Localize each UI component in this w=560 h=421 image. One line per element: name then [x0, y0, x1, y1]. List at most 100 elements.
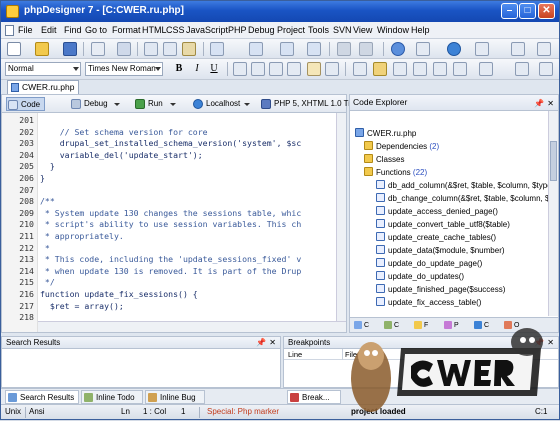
expand-icon[interactable] — [539, 62, 553, 76]
menu-php[interactable]: PHP — [228, 25, 247, 35]
menu-find[interactable]: Find — [64, 25, 82, 35]
menu-css[interactable]: CSS — [166, 25, 185, 35]
menu-debug[interactable]: Debug — [248, 25, 275, 35]
print-icon[interactable] — [91, 42, 105, 56]
tree-function-item[interactable]: update_finished_page($success) — [376, 284, 505, 295]
menu-project[interactable]: Project — [277, 25, 305, 35]
tab-search-results[interactable]: Search Results — [5, 390, 79, 404]
tree-function-item[interactable]: update_data($module, $number) — [376, 245, 505, 256]
save-icon[interactable] — [63, 42, 77, 56]
align-left-icon[interactable] — [233, 62, 247, 76]
tab-clips[interactable]: C — [473, 320, 493, 331]
tab-code-explorer[interactable]: C — [353, 320, 373, 331]
app-icon[interactable] — [6, 5, 19, 18]
tree-classes[interactable]: Classes — [364, 154, 404, 165]
table-icon[interactable] — [393, 62, 407, 76]
chevron-down-icon[interactable] — [244, 103, 250, 106]
image-icon[interactable] — [373, 62, 387, 76]
italic-button[interactable]: I — [190, 62, 204, 76]
menu-file[interactable]: File — [18, 25, 33, 35]
tab-inline-bug[interactable]: Inline Bug — [145, 390, 205, 404]
tree-function-item[interactable]: db_change_column(&$ret, $table, $column,… — [376, 193, 549, 204]
status-encoding[interactable]: Ansi — [29, 405, 45, 419]
comment-icon[interactable] — [515, 62, 529, 76]
pin-icon[interactable]: 📌 — [256, 337, 266, 349]
special-char-icon[interactable] — [479, 62, 493, 76]
bullet-list-icon[interactable] — [325, 62, 339, 76]
tab-inline-todo[interactable]: Inline Todo — [81, 390, 143, 404]
run-button[interactable]: Run — [134, 97, 163, 111]
menu-goto[interactable]: Go to — [85, 25, 107, 35]
list-icon[interactable] — [416, 42, 430, 56]
find-icon[interactable] — [210, 42, 224, 56]
numbered-list-icon[interactable] — [307, 62, 321, 76]
scroll-thumb[interactable] — [550, 141, 557, 181]
menu-tools[interactable]: Tools — [308, 25, 329, 35]
minimize-button[interactable]: – — [501, 3, 518, 19]
redo-icon[interactable] — [359, 42, 373, 56]
indent-icon[interactable] — [307, 42, 321, 56]
tab-file-browser[interactable]: F — [413, 320, 433, 331]
tree-function-item[interactable]: update_create_cache_tables() — [376, 232, 496, 243]
tree-functions[interactable]: Functions (22) — [364, 167, 427, 178]
tree-function-item[interactable]: update_convert_table_utf8($table) — [376, 219, 510, 230]
document-icon[interactable] — [5, 25, 14, 36]
code-editor[interactable]: 201 202 203 204 205 206 207 208 209 210 211 212 213 2… — [1, 113, 347, 333]
browser-preview-icon[interactable] — [391, 42, 405, 56]
localhost-button[interactable]: Localhost — [192, 97, 240, 111]
tab-outline[interactable]: O — [503, 320, 523, 331]
bold-button[interactable]: B — [172, 62, 186, 76]
replace-icon[interactable] — [249, 42, 263, 56]
vertical-scrollbar[interactable] — [548, 111, 558, 316]
menu-svn[interactable]: SVN — [333, 25, 352, 35]
maximize-button[interactable]: □ — [519, 3, 536, 19]
font-select[interactable]: Times New Roman — [85, 62, 163, 76]
menu-view[interactable]: View — [353, 25, 372, 35]
close-icon[interactable]: ✕ — [547, 337, 554, 349]
tree-root[interactable]: CWER.ru.php — [355, 128, 416, 139]
menu-window[interactable]: Window — [377, 25, 409, 35]
chevron-down-icon[interactable] — [114, 103, 120, 106]
globe-icon[interactable] — [447, 42, 461, 56]
pin-icon[interactable]: 📌 — [534, 96, 544, 111]
link-icon[interactable] — [353, 62, 367, 76]
close-icon[interactable]: ✕ — [547, 96, 554, 111]
window-layout-icon[interactable] — [511, 42, 525, 56]
undo-icon[interactable] — [337, 42, 351, 56]
tree-function-item[interactable]: update_do_update_page() — [376, 258, 482, 269]
menu-help[interactable]: Help — [411, 25, 430, 35]
paste-icon[interactable] — [182, 42, 196, 56]
column-header-line[interactable]: Line — [288, 349, 302, 360]
font-color-icon[interactable] — [453, 62, 467, 76]
code-view-button[interactable]: Code — [6, 97, 46, 111]
column-header-file[interactable]: File — [342, 349, 357, 360]
close-button[interactable]: ✕ — [538, 3, 555, 19]
align-center-icon[interactable] — [251, 62, 265, 76]
vertical-scrollbar[interactable] — [336, 113, 346, 321]
cut-icon[interactable] — [144, 42, 158, 56]
title-bar[interactable]: phpDesigner 7 - [C:CWER.ru.php] – □ ✕ — [1, 1, 559, 22]
style-select[interactable]: Normal — [5, 62, 81, 76]
chevron-down-icon[interactable] — [170, 103, 176, 106]
justify-icon[interactable] — [287, 62, 301, 76]
tab-cwer-php[interactable]: CWER.ru.php — [7, 80, 79, 94]
tab-breakpoints[interactable]: Break... — [287, 390, 341, 404]
tree-function-item[interactable]: update_access_denied_page() — [376, 206, 498, 217]
settings-icon[interactable] — [475, 42, 489, 56]
tree-function-item[interactable]: update_fix_access_table() — [376, 297, 481, 308]
preview-icon[interactable] — [117, 42, 131, 56]
form-icon[interactable] — [413, 62, 427, 76]
help-icon[interactable] — [537, 42, 551, 56]
horizontal-scrollbar[interactable] — [38, 321, 346, 332]
menu-format[interactable]: Format — [112, 25, 141, 35]
tab-project[interactable]: P — [443, 320, 463, 331]
tree-function-item[interactable]: db_add_column(&$ret, $table, $column, $t… — [376, 180, 552, 191]
menu-html[interactable]: HTML — [142, 25, 167, 35]
underline-button[interactable]: U — [207, 62, 221, 76]
align-right-icon[interactable] — [269, 62, 283, 76]
open-folder-icon[interactable] — [35, 42, 49, 56]
menu-edit[interactable]: Edit — [41, 25, 57, 35]
tree-dependencies[interactable]: Dependencies (2) — [364, 141, 439, 152]
color-icon[interactable] — [433, 62, 447, 76]
close-icon[interactable]: ✕ — [269, 337, 276, 349]
